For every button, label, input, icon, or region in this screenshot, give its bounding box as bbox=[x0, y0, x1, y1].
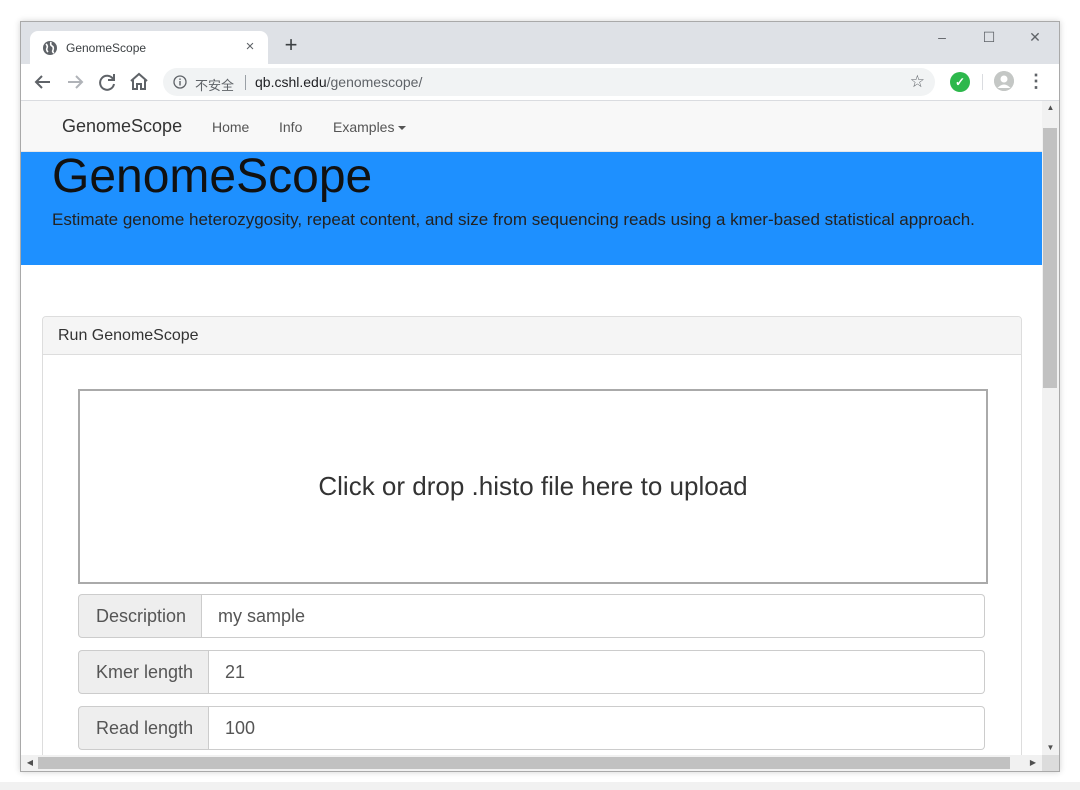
new-tab-button[interactable]: + bbox=[280, 34, 302, 57]
nav-dropdown-examples[interactable]: Examples bbox=[333, 119, 407, 135]
nav-link-examples-label: Examples bbox=[333, 119, 395, 135]
run-panel: Run GenomeScope Click or drop .histo fil… bbox=[42, 316, 1022, 755]
nav-link-info[interactable]: Info bbox=[279, 119, 302, 135]
scroll-right-arrow-icon[interactable]: ▶ bbox=[1026, 755, 1040, 771]
site-navbar: GenomeScope Home Info Examples bbox=[21, 101, 1042, 152]
hero-banner: GenomeScope Estimate genome heterozygosi… bbox=[21, 150, 1042, 265]
info-icon[interactable] bbox=[173, 75, 187, 89]
file-dropzone[interactable]: Click or drop .histo file here to upload bbox=[78, 389, 988, 584]
browser-window: GenomeScope × + – ☐ ✕ 不安全 qb.cshl.edu/ge… bbox=[20, 21, 1060, 772]
scrollbar-corner bbox=[1042, 755, 1059, 771]
panel-title: Run GenomeScope bbox=[58, 327, 199, 344]
description-label: Description bbox=[96, 606, 187, 626]
url-path: /genomescope/ bbox=[326, 74, 423, 90]
profile-avatar-icon[interactable] bbox=[994, 71, 1014, 91]
browser-toolbar: 不安全 qb.cshl.edu/genomescope/ ☆ ✓ ⋮ bbox=[21, 64, 1059, 101]
hero-title: GenomeScope bbox=[52, 150, 373, 203]
read-length-label-addon: Read length bbox=[78, 706, 209, 750]
navbar-brand[interactable]: GenomeScope bbox=[62, 116, 182, 137]
read-length-label: Read length bbox=[96, 718, 194, 738]
panel-heading: Run GenomeScope bbox=[43, 317, 1021, 355]
hero-subtitle: Estimate genome heterozygosity, repeat c… bbox=[52, 210, 975, 229]
vertical-scroll-thumb[interactable] bbox=[1043, 128, 1057, 388]
scroll-up-arrow-icon[interactable]: ▲ bbox=[1042, 101, 1059, 115]
address-separator bbox=[245, 75, 246, 90]
reload-icon[interactable] bbox=[95, 70, 119, 94]
tab-title: GenomeScope bbox=[66, 41, 147, 55]
vertical-scrollbar[interactable]: ▲ ▼ bbox=[1042, 101, 1059, 755]
forward-icon[interactable] bbox=[63, 70, 87, 94]
back-icon[interactable] bbox=[31, 70, 55, 94]
horizontal-scroll-thumb[interactable] bbox=[38, 757, 1010, 769]
tab-close-icon[interactable]: × bbox=[240, 37, 260, 57]
read-length-input[interactable] bbox=[209, 706, 985, 750]
description-input-group: Description bbox=[78, 594, 985, 638]
kmer-length-input-group: Kmer length bbox=[78, 650, 985, 694]
kmer-length-label-addon: Kmer length bbox=[78, 650, 209, 694]
extension-icon[interactable]: ✓ bbox=[950, 72, 970, 92]
kmer-length-label: Kmer length bbox=[96, 662, 194, 682]
kmer-length-input[interactable] bbox=[209, 650, 985, 694]
description-label-addon: Description bbox=[78, 594, 202, 638]
browser-tab[interactable]: GenomeScope × bbox=[30, 31, 268, 64]
browser-menu-icon[interactable]: ⋮ bbox=[1027, 69, 1045, 93]
dropzone-text: Click or drop .histo file here to upload bbox=[318, 471, 748, 501]
close-window-icon[interactable]: ✕ bbox=[1020, 26, 1050, 48]
url-host: qb.cshl.edu bbox=[255, 74, 327, 90]
nav-link-home[interactable]: Home bbox=[212, 119, 249, 135]
description-input[interactable] bbox=[202, 594, 985, 638]
tab-strip: GenomeScope × + – ☐ ✕ bbox=[21, 22, 1059, 64]
security-label[interactable]: 不安全 bbox=[195, 75, 234, 94]
toolbar-separator bbox=[982, 74, 983, 90]
home-icon[interactable] bbox=[127, 70, 151, 94]
address-bar[interactable]: 不安全 qb.cshl.edu/genomescope/ ☆ bbox=[163, 68, 935, 96]
url-text[interactable]: qb.cshl.edu/genomescope/ bbox=[255, 74, 422, 90]
desktop-strip bbox=[0, 782, 1080, 790]
caret-down-icon bbox=[398, 126, 407, 131]
read-length-input-group: Read length bbox=[78, 706, 985, 750]
bookmark-star-icon[interactable]: ☆ bbox=[910, 72, 925, 92]
page-viewport: GenomeScope Home Info Examples GenomeSco… bbox=[21, 101, 1042, 755]
globe-icon bbox=[43, 41, 57, 55]
minimize-icon[interactable]: – bbox=[927, 26, 957, 48]
horizontal-scrollbar[interactable]: ◀ ▶ bbox=[21, 755, 1042, 771]
maximize-icon[interactable]: ☐ bbox=[974, 26, 1004, 48]
scroll-left-arrow-icon[interactable]: ◀ bbox=[23, 755, 37, 771]
scroll-down-arrow-icon[interactable]: ▼ bbox=[1042, 741, 1059, 755]
